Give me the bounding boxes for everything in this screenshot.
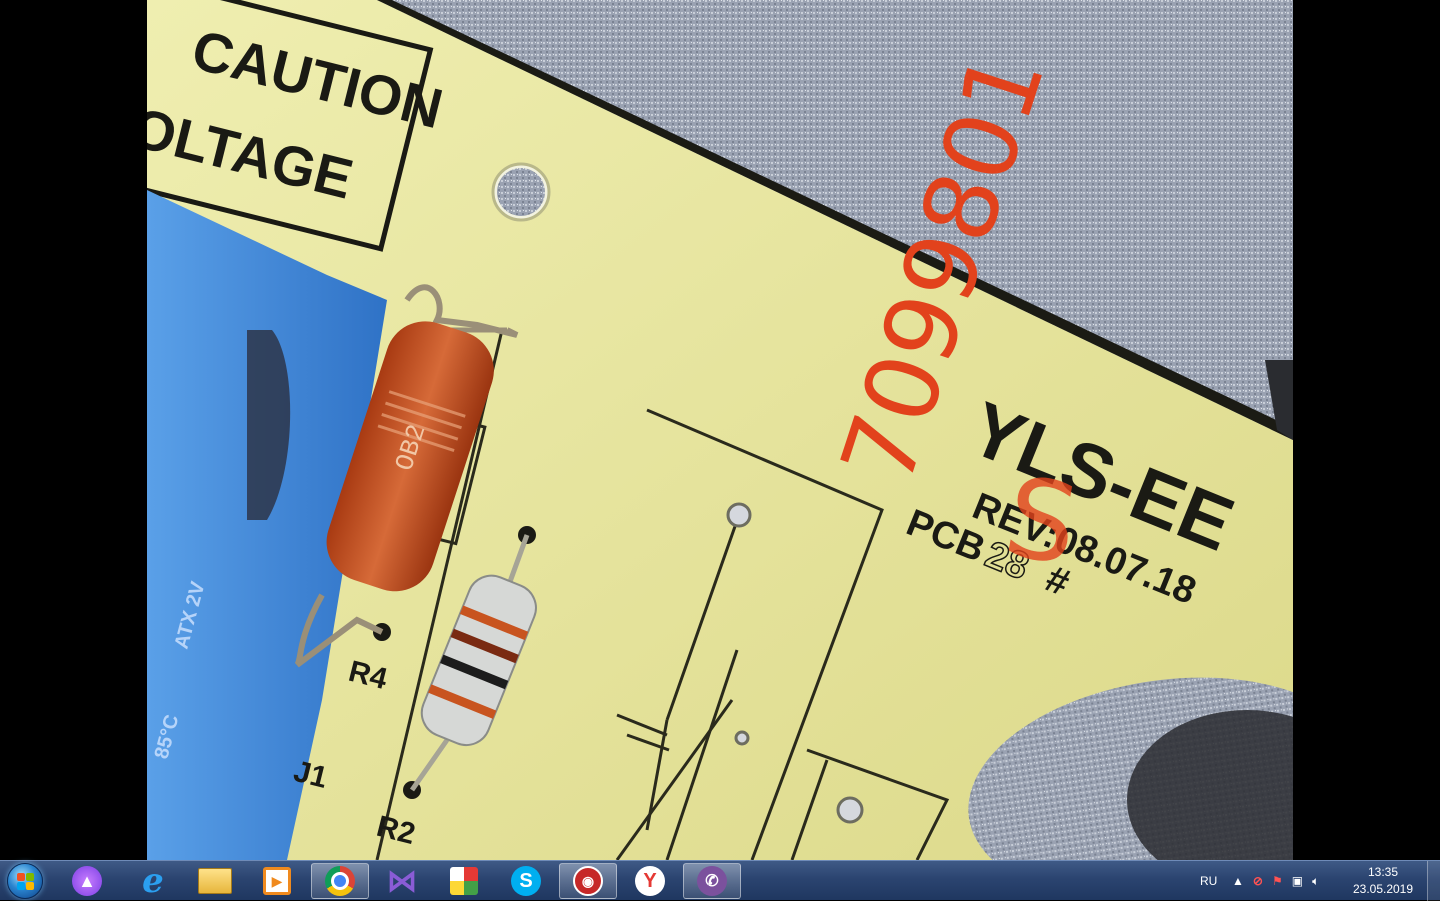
folder-icon (198, 868, 232, 894)
volume-icon[interactable]: 🔈︎ (1312, 874, 1319, 889)
windows-orb-icon (7, 863, 43, 899)
language-label: RU (1200, 874, 1218, 888)
pcb-photo: CAUTION OLTAGE ATX 2V 85°C OB2 R4 J1 R2 … (147, 0, 1293, 860)
clock-time: 13:35 (1367, 865, 1399, 879)
taskbar-internet-explorer[interactable]: e (124, 861, 182, 901)
camera-app-icon: ◉ (573, 866, 603, 896)
viber-icon: ✆ (697, 866, 727, 896)
alice-icon: ▲ (72, 866, 102, 896)
colorful-app-icon (450, 867, 478, 895)
network-icon[interactable]: ▣ (1292, 874, 1303, 888)
tray-app-icon[interactable]: ⊘ (1253, 874, 1263, 888)
tray-expand-icon[interactable]: ▲ (1232, 874, 1244, 888)
tray-flag-icon[interactable]: ⚑ (1272, 874, 1283, 888)
windows-taskbar: ▲ e ▶ ⋈ S ◉ Y ✆ RU ▲ ⊘ ⚑ ▣ 🔈︎ 13:35 23.0… (0, 860, 1440, 901)
taskbar-chrome[interactable] (311, 863, 369, 899)
camera-preview: CAUTION OLTAGE ATX 2V 85°C OB2 R4 J1 R2 … (147, 0, 1293, 860)
chrome-icon (325, 866, 355, 896)
clock-date: 23.05.2019 (1352, 882, 1414, 896)
ie-icon: e (142, 861, 164, 901)
mounting-hole (497, 168, 545, 216)
system-clock[interactable]: 13:35 23.05.2019 (1348, 864, 1418, 898)
taskbar-alice[interactable]: ▲ (58, 863, 116, 899)
taskbar-viber[interactable]: ✆ (683, 863, 741, 899)
skype-icon: S (511, 866, 541, 896)
show-desktop-button[interactable] (1427, 861, 1440, 901)
taskbar-visual-studio[interactable]: ⋈ (373, 863, 431, 899)
taskbar-colorful-app[interactable] (435, 863, 493, 899)
yandex-icon: Y (635, 866, 665, 896)
taskbar-media-player[interactable]: ▶ (248, 863, 306, 899)
taskbar-yandex[interactable]: Y (621, 863, 679, 899)
taskbar-file-explorer[interactable] (186, 863, 244, 899)
taskbar-skype[interactable]: S (497, 863, 555, 899)
video-player-icon: ▶ (263, 867, 291, 895)
taskbar-camera-app[interactable]: ◉ (559, 863, 617, 899)
language-indicator[interactable]: RU (1200, 861, 1217, 901)
start-button[interactable] (2, 862, 48, 900)
visual-studio-icon: ⋈ (387, 864, 417, 898)
